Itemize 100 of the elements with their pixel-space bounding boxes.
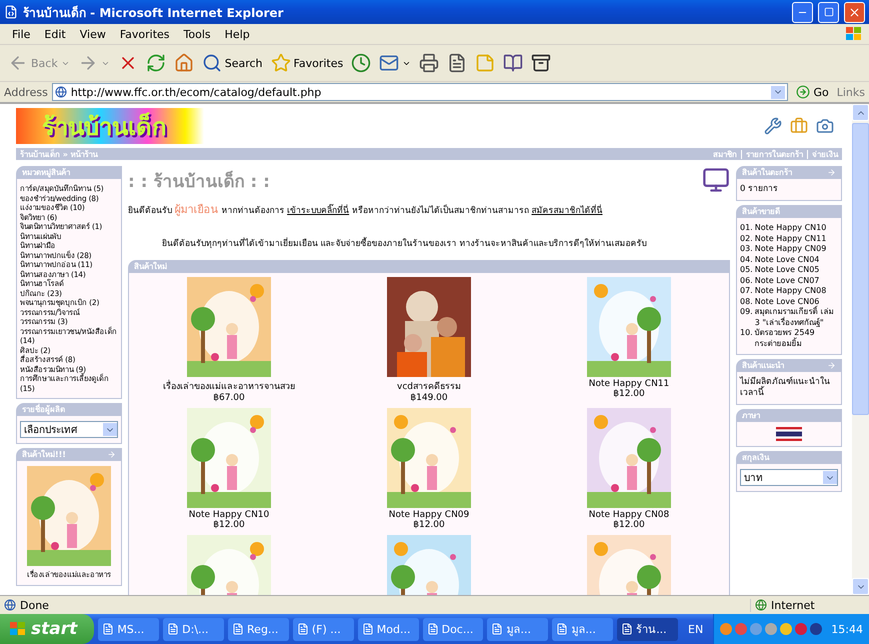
language-indicator[interactable]: EN [682,622,710,636]
window-icon [362,623,374,635]
close-icon [848,6,861,18]
box-title: สกุลเงิน [742,452,769,464]
product-price: ฿149.00 [410,393,448,403]
page-icon [4,599,16,611]
home-icon [174,53,194,73]
clock-icon [351,53,372,73]
menu-item[interactable]: Tools [178,28,217,40]
archive-icon [531,53,552,73]
box-title: หมวดหมู่สินค้า [22,167,70,179]
arrow-right-icon[interactable] [107,450,116,459]
camera-icon[interactable] [816,117,834,135]
tray-icon[interactable] [810,623,822,635]
box-title: สินค้าใหม่ [134,260,167,273]
taskbar-item[interactable]: D:\... [163,618,224,640]
box-title: สินค้าแนะนำ [742,360,784,372]
box-title: ภาษา [742,410,760,422]
cart-count: 0 รายการ [740,184,780,195]
bestseller-link[interactable]: บัตรอวยพร 2549 กระต่ายอมยิ้ม [754,328,838,349]
rank-number: 06. [740,276,753,286]
bestseller-link[interactable]: Note Love CN07 [754,276,820,286]
taskbar-item[interactable]: ร้าน... [617,618,678,640]
menu-item[interactable]: View [74,28,112,40]
zone-text: Internet [771,598,815,612]
product-name[interactable]: Note Happy CN10 [188,510,270,520]
product-price: ฿12.00 [613,389,645,399]
flag-icon[interactable] [776,427,802,441]
address-label: Address [4,86,48,98]
window-icon [621,623,634,635]
bestseller-link[interactable]: Note Love CN06 [754,296,820,307]
scroll-thumb[interactable] [852,123,869,415]
rank-number: 05. [740,265,753,276]
window-icon [556,623,568,635]
product-name[interactable]: vcdสารคดีธรรม [397,379,461,393]
product-name[interactable]: Note Happy CN11 [588,379,670,389]
favorites-button[interactable]: Favorites [268,51,346,75]
taskbar-item[interactable]: Mod... [358,618,419,640]
star-icon [270,53,291,73]
bestseller-link[interactable]: Note Happy CN09 [754,244,826,254]
maximize-icon [824,7,834,17]
tray-icon[interactable] [795,623,808,635]
page-icon [4,5,18,19]
box-title: สินค้าขายดี [742,206,780,218]
product-price: ฿12.00 [213,520,245,530]
go-button[interactable]: Go [792,85,833,99]
country-select[interactable]: เลือกประเทศ [20,421,118,438]
computer-icon [702,166,730,194]
arrow-right-icon [796,85,810,99]
menu-item[interactable]: File [6,28,36,40]
product-price: ฿67.00 [213,393,245,403]
bestseller-link[interactable]: Note Love CN04 [754,254,820,265]
bestseller-link[interactable]: Note Happy CN08 [754,286,826,296]
links-label[interactable]: Links [836,86,865,98]
rank-number: 01. [740,223,753,234]
box-title: รายชื่อผู้ผลิต [22,403,65,416]
product-name[interactable]: เรื่องเล่าของแม่และอาหารจานสวย [163,379,295,393]
printer-icon [419,53,440,73]
welcome-text: ยินดีต้อนรับ ผู้มาเยือน หากท่านต้องการ เข้าระบบคลิ๊กที่นี่ หรือหากว่าท่านยังไม่ได้เป็นสมาชิกท่านสามารถ สมัครสมาชิกได้ที่นี่ [128,202,604,218]
rank-number: 08. [740,296,753,307]
search-button[interactable]: Search [200,51,265,75]
menu-item[interactable]: Help [218,28,256,40]
rank-number: 09. [740,307,753,318]
arrow-right-icon[interactable] [827,168,836,177]
rank-number: 07. [740,286,753,296]
bestseller-link[interactable]: Note Happy CN10 [754,223,826,234]
text-link[interactable]: สมัครสมาชิกได้ที่นี่ [532,206,603,216]
intro-text: ยินดีต้อนรับทุกๆท่านที่ได้เข้ามาเยี่ยมเยือน และจับจ่ายซื้อของภายในร้านของเรา ทางร้านจะหาสินค้าและบริการดีๆให้ท่านเสมอครับ [161,236,648,250]
maximize-button[interactable] [818,2,839,22]
bestseller-link[interactable]: Note Love CN05 [754,265,820,276]
product-name[interactable]: Note Happy CN08 [588,510,670,520]
minimize-button[interactable] [792,2,813,22]
product-name[interactable]: Note Happy CN09 [388,510,470,520]
scrollbar[interactable] [852,104,869,595]
menu-item[interactable]: Edit [38,28,72,40]
address-field[interactable]: http://www.ffc.or.th/ecom/catalog/default.php [52,83,788,101]
briefcase-icon[interactable] [790,117,808,135]
taskbar-item[interactable]: Doc... [422,618,484,640]
box-title: สินค้าใหม่!!! [22,448,66,461]
taskbar-item[interactable]: Reg... [228,618,289,640]
currency-select[interactable]: บาท [740,469,838,486]
close-button[interactable] [844,2,865,22]
clock: 15:44 [831,622,863,636]
tray-icon[interactable] [780,623,792,635]
document-icon [447,53,468,73]
bestseller-link[interactable]: Note Happy CN11 [754,234,826,244]
box-title: สินค้าในตะกร้า [742,166,792,179]
bestseller-link[interactable]: สมุดเกมรามเกียรติ์ เล่ม 3 "เล่าเรื่องทศกัณฐ์" [754,307,838,328]
rank-number: 03. [740,244,753,254]
specials-text: ไม่มีผลิตภัณฑ์แนะนำในเวลานี้ [740,377,831,399]
arrow-right-icon[interactable] [827,361,836,370]
taskbar-item[interactable]: มูล... [487,618,548,640]
taskbar-item[interactable]: MS... [98,618,160,640]
taskbar-item[interactable]: (F) ... [292,618,354,640]
wrench-icon[interactable] [764,117,782,135]
menu-item[interactable]: Favorites [114,28,176,40]
window-icon [296,623,309,635]
taskbar-item[interactable]: มูล... [552,618,614,640]
text-link[interactable]: เข้าระบบคลิ๊กที่นี่ [287,206,350,216]
rank-number: 04. [740,254,753,265]
